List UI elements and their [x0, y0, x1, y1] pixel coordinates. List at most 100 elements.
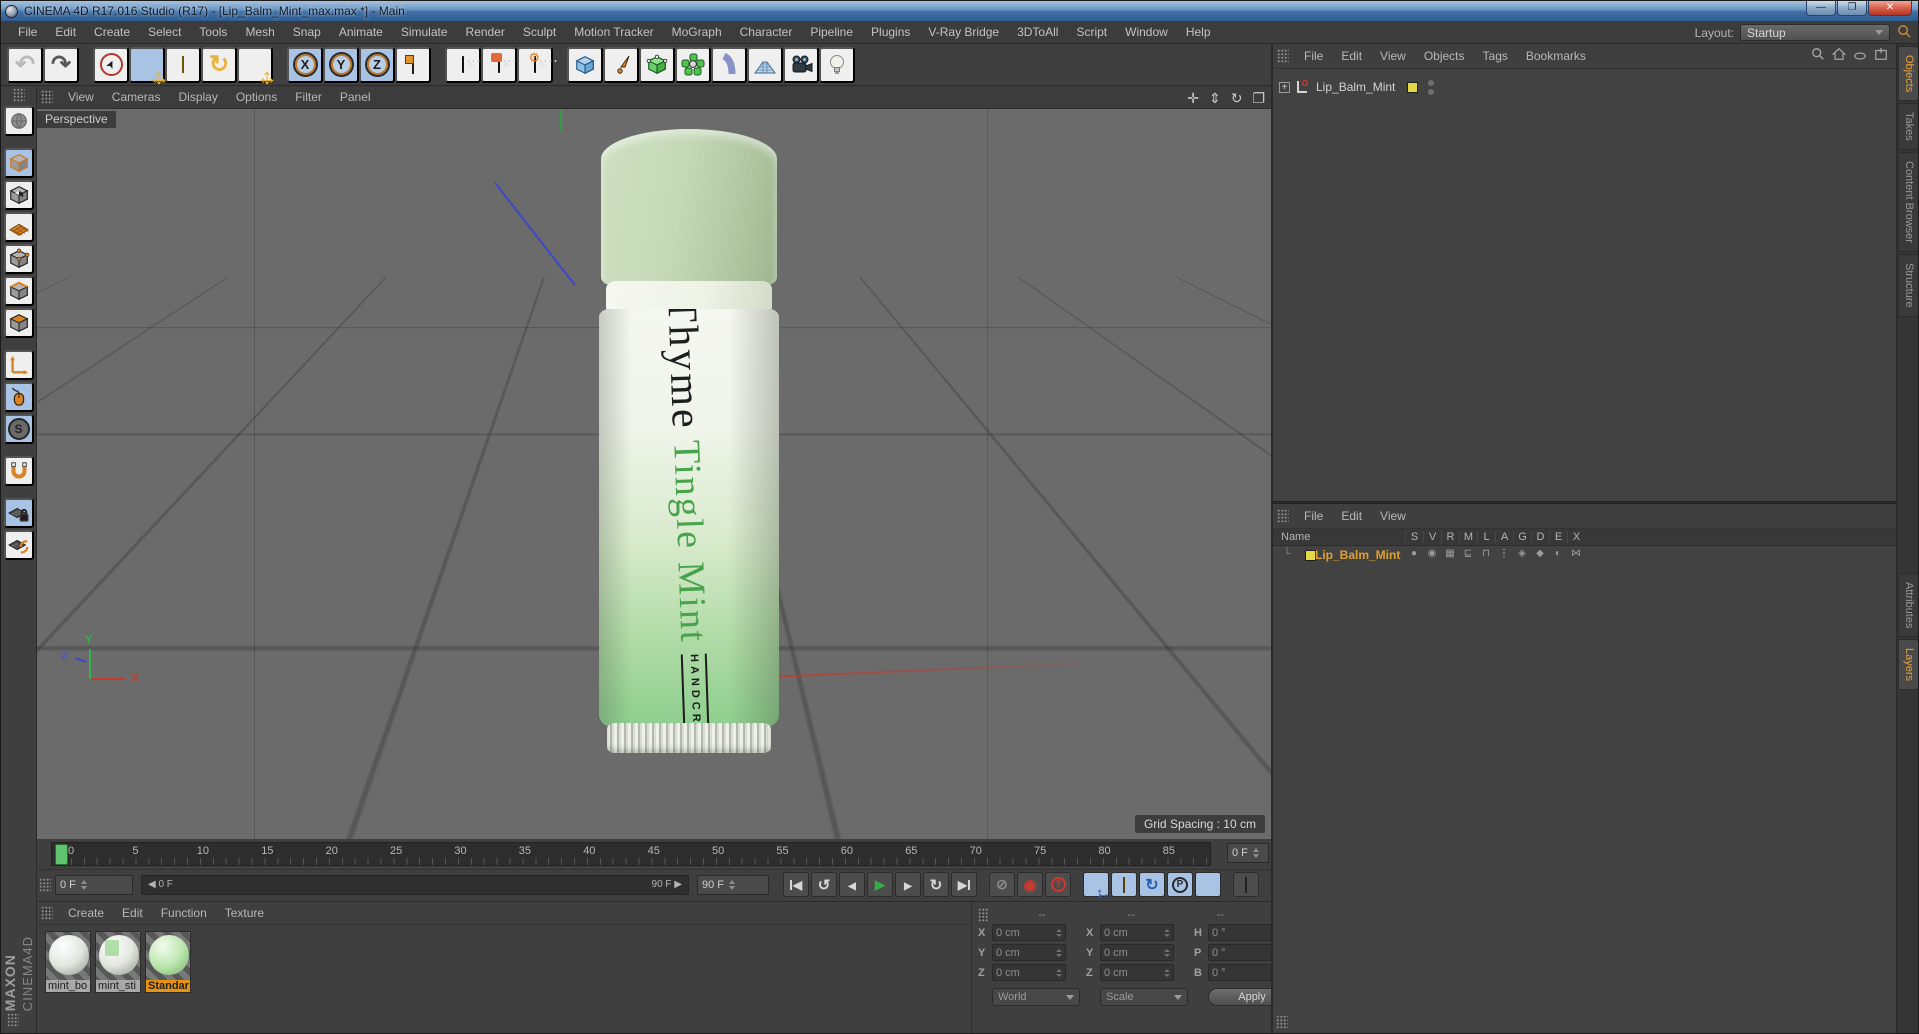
- search-icon[interactable]: [1897, 24, 1912, 44]
- timeline-window-button[interactable]: [1233, 872, 1259, 897]
- object-manager-menu-tags[interactable]: Tags: [1474, 46, 1517, 66]
- menu-script[interactable]: Script: [1067, 22, 1116, 42]
- title-bar[interactable]: CINEMA 4D R17.016 Studio (R17) - [Lip_Ba…: [1, 1, 1918, 21]
- end-frame-field[interactable]: 90 F: [697, 874, 769, 895]
- menu-select[interactable]: Select: [139, 22, 190, 42]
- side-tab-takes[interactable]: Takes: [1898, 103, 1918, 151]
- coordinate-field[interactable]: 0 cm: [1100, 944, 1174, 961]
- spinner-icon[interactable]: [80, 879, 87, 890]
- render-icon[interactable]: ▦: [1441, 548, 1459, 559]
- object-manager-menu-view[interactable]: View: [1371, 46, 1415, 66]
- menu-3dtoall[interactable]: 3DToAll: [1008, 22, 1067, 42]
- coordinate-field[interactable]: 0 cm: [1100, 964, 1174, 981]
- viewport-menu-filter[interactable]: Filter: [286, 87, 331, 107]
- render-settings-button[interactable]: ▶: [517, 46, 558, 83]
- layer-object-row[interactable]: └ Lip_Balm_Mint ● ◉ ▦ ⊑ ⊓ ⋮ ◈ ◆ ◐ ⋈: [1273, 546, 1896, 564]
- rotate-button[interactable]: ↻: [201, 46, 237, 83]
- minimize-button[interactable]: —: [1806, 1, 1836, 16]
- menu-sculpt[interactable]: Sculpt: [514, 22, 565, 42]
- add-environment-button[interactable]: [747, 46, 783, 83]
- menu-motion-tracker[interactable]: Motion Tracker: [565, 22, 662, 42]
- next-frame-button[interactable]: ▶: [895, 872, 921, 897]
- viewport-menu-view[interactable]: View: [59, 87, 103, 107]
- close-button[interactable]: ✕: [1868, 1, 1912, 16]
- menu-plugins[interactable]: Plugins: [862, 22, 919, 42]
- visibility-dots-icon[interactable]: [1428, 79, 1435, 95]
- points-mode-button[interactable]: [3, 244, 34, 274]
- ruler-frame-field[interactable]: 0 F: [1227, 843, 1269, 863]
- lock-icon[interactable]: ⊓: [1477, 548, 1495, 559]
- last-tool-button[interactable]: ↔ ↕: [237, 46, 278, 88]
- list-icon[interactable]: ⋮: [1495, 548, 1513, 559]
- x-axis-lock-button[interactable]: X: [287, 46, 323, 83]
- polygons-mode-button[interactable]: [3, 308, 34, 338]
- goto-start-button[interactable]: ◀: [783, 872, 809, 897]
- menu-create[interactable]: Create: [85, 22, 139, 42]
- side-tab-content-browser[interactable]: Content Browser: [1898, 152, 1918, 252]
- previous-frame-button[interactable]: ◀: [839, 872, 865, 897]
- coordinate-field[interactable]: 0 cm: [992, 964, 1066, 981]
- viewport-scene[interactable]: Island Thyme Tingle Mint HANDCRAFTED LIP…: [37, 109, 1271, 839]
- object-manager-menu-bookmarks[interactable]: Bookmarks: [1517, 46, 1595, 66]
- palette-grip[interactable]: [12, 88, 25, 102]
- material-mint-sti[interactable]: mint_sti: [95, 931, 141, 993]
- menu-v-ray-bridge[interactable]: V-Ray Bridge: [919, 22, 1008, 42]
- rotate-view-icon[interactable]: ↻: [1231, 91, 1243, 105]
- material-mint-bo[interactable]: mint_bo: [45, 931, 91, 993]
- lock-workplane-button[interactable]: [3, 498, 34, 528]
- z-axis-lock-button[interactable]: Z: [359, 46, 395, 83]
- render-view-button[interactable]: ▶: [445, 46, 486, 83]
- layer-manager-menu-edit[interactable]: Edit: [1332, 506, 1371, 526]
- world-dropdown[interactable]: World: [992, 988, 1080, 1006]
- add-light-button[interactable]: [819, 46, 855, 83]
- viewport-menu-options[interactable]: Options: [227, 87, 286, 107]
- bones-icon[interactable]: ⋈: [1567, 548, 1585, 559]
- add-spline-button[interactable]: [603, 46, 639, 83]
- key-scale-button[interactable]: [1111, 872, 1137, 897]
- menu-render[interactable]: Render: [457, 22, 514, 42]
- render-to-picture-viewer-button[interactable]: ▶: [481, 46, 522, 83]
- layer-icon[interactable]: ⊑: [1459, 548, 1477, 559]
- sound-button[interactable]: ⊘: [989, 872, 1015, 897]
- object-name[interactable]: Lip_Balm_Mint: [1316, 80, 1395, 94]
- menu-simulate[interactable]: Simulate: [392, 22, 457, 42]
- spinner-icon[interactable]: [1164, 968, 1170, 977]
- menu-mograph[interactable]: MoGraph: [663, 22, 731, 42]
- scale-dropdown[interactable]: Scale: [1100, 988, 1188, 1006]
- add-layer-icon[interactable]: [1874, 47, 1888, 66]
- display-icon[interactable]: ◐: [1549, 548, 1567, 559]
- y-axis-lock-button[interactable]: Y: [323, 46, 359, 83]
- spinner-icon[interactable]: [1164, 928, 1170, 937]
- layer-manager-menu-file[interactable]: File: [1295, 506, 1332, 526]
- scale-button[interactable]: [165, 46, 201, 83]
- expand-icon[interactable]: +: [1279, 81, 1290, 93]
- menu-character[interactable]: Character: [731, 22, 802, 42]
- make-editable-button[interactable]: [3, 106, 34, 136]
- add-mograph-button[interactable]: [675, 46, 711, 83]
- autokeying-button[interactable]: ?: [1045, 872, 1071, 897]
- frame-range-slider[interactable]: ◀ 0 F 90 F ▶: [141, 874, 689, 895]
- material-tag-icon[interactable]: [1407, 81, 1419, 93]
- spinner-icon[interactable]: [1056, 948, 1062, 957]
- zoom-view-icon[interactable]: ⇕: [1209, 91, 1221, 105]
- coordinates-grip[interactable]: [978, 908, 990, 922]
- play-forwards-button[interactable]: ▶: [867, 872, 893, 897]
- spinner-icon[interactable]: [1252, 848, 1259, 858]
- object-manager-menu-file[interactable]: File: [1295, 46, 1332, 66]
- coordinate-field[interactable]: 0 cm: [992, 924, 1066, 941]
- menu-window[interactable]: Window: [1116, 22, 1177, 42]
- add-deformer-button[interactable]: [711, 46, 747, 83]
- pan-view-icon[interactable]: ✛: [1187, 91, 1199, 105]
- view-label[interactable]: Perspective: [37, 111, 116, 128]
- viewport-grip[interactable]: [41, 90, 53, 104]
- material-menu-texture[interactable]: Texture: [216, 903, 273, 923]
- viewport-select-button[interactable]: [3, 382, 34, 412]
- lip-balm-model[interactable]: Island Thyme Tingle Mint HANDCRAFTED LIP…: [599, 129, 779, 756]
- spinner-icon[interactable]: [1164, 948, 1170, 957]
- goto-end-button[interactable]: ▶: [951, 872, 977, 897]
- spinner-icon[interactable]: [1056, 928, 1062, 937]
- key-rotation-button[interactable]: ↻: [1139, 872, 1165, 897]
- layer-manager-menu-view[interactable]: View: [1371, 506, 1415, 526]
- axis-icon[interactable]: ◈: [1513, 548, 1531, 559]
- menu-help[interactable]: Help: [1177, 22, 1220, 42]
